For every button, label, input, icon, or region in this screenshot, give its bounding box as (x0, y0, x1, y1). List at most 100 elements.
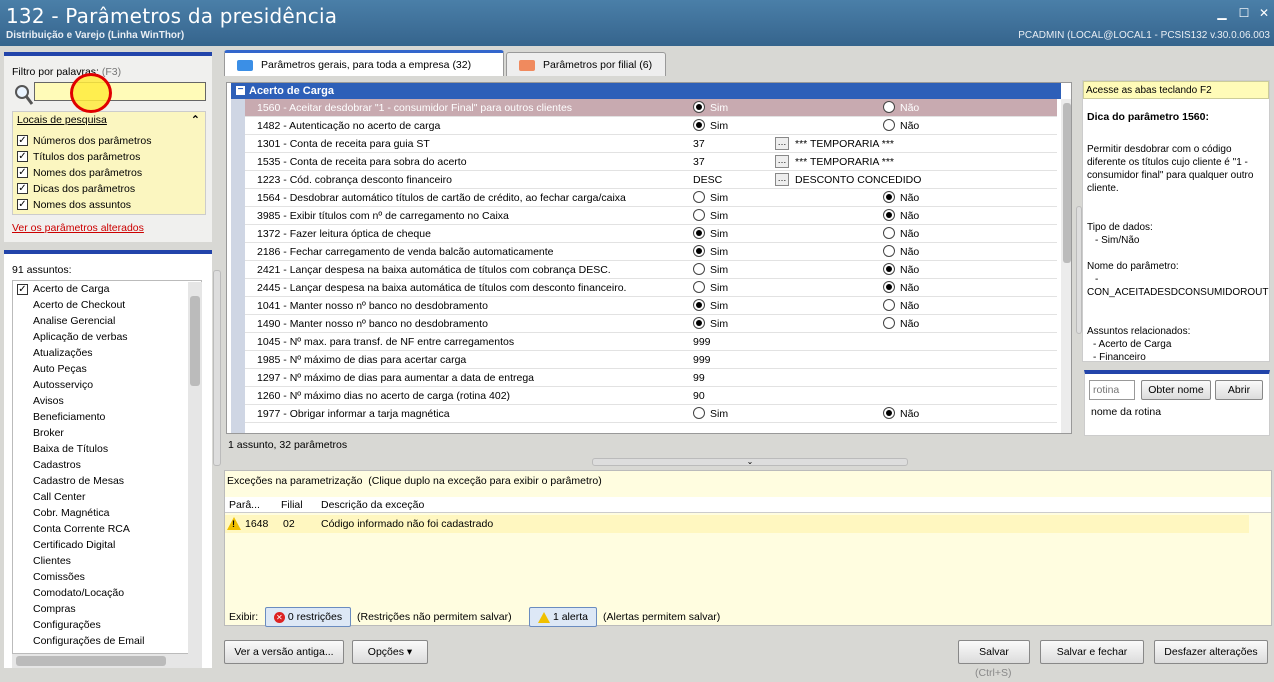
radio-yes[interactable] (693, 227, 705, 239)
radio-no[interactable] (883, 281, 895, 293)
list-item[interactable]: Autosserviço (33, 377, 93, 393)
list-item[interactable]: Cadastros (33, 457, 81, 473)
column-header[interactable]: Parâ... (229, 499, 260, 511)
radio-no[interactable] (883, 227, 895, 239)
close-icon[interactable]: ✕ (1256, 6, 1272, 20)
list-item[interactable]: Cadastro de Mesas (33, 473, 124, 489)
radio-yes[interactable] (693, 317, 705, 329)
list-item[interactable]: Conta Corrente RCA (33, 521, 130, 537)
lookup-button[interactable]: … (775, 137, 789, 150)
list-item[interactable]: Broker (33, 425, 64, 441)
table-row[interactable]: 1301 - Conta de receita para guia ST 37 … *… (245, 135, 1057, 153)
table-row[interactable]: 1482 - Autenticação no acerto de carga Si… (245, 117, 1057, 135)
table-row[interactable]: 2445 - Lançar despesa na baixa automátic… (245, 279, 1057, 297)
checkbox-dicas[interactable]: ✓ (17, 183, 28, 194)
param-value[interactable]: 90 (693, 390, 705, 402)
radio-no[interactable] (883, 263, 895, 275)
table-row[interactable]: 1648 02 Código informado não foi cadastr… (225, 515, 1249, 533)
collapse-group-icon[interactable]: − (236, 85, 245, 95)
get-name-button[interactable]: Obter nome (1141, 380, 1211, 400)
list-item[interactable]: Certificado Digital (33, 537, 115, 553)
undo-button[interactable]: Desfazer alterações (1154, 640, 1268, 664)
radio-no[interactable] (883, 407, 895, 419)
table-row[interactable]: 2186 - Fechar carregamento de venda balc… (245, 243, 1057, 261)
group-header[interactable]: − Acerto de Carga (231, 83, 1061, 99)
list-item[interactable]: Comodato/Locação (33, 585, 124, 601)
table-row[interactable]: 1372 - Fazer leitura óptica de cheque Sim… (245, 225, 1057, 243)
list-item[interactable]: Configurações de Email (33, 633, 144, 649)
radio-yes[interactable] (693, 263, 705, 275)
list-item[interactable]: Avisos (33, 393, 64, 409)
list-item[interactable]: Atualizações (33, 345, 93, 361)
subjects-list[interactable]: ✓ Acerto de Carga Acerto de Checkout Ana… (12, 280, 202, 654)
radio-yes[interactable] (693, 407, 705, 419)
tab-general[interactable]: Parâmetros gerais, para toda a empresa (… (224, 50, 504, 76)
param-value[interactable]: 37 (693, 156, 705, 168)
list-item[interactable]: Analise Gerencial (33, 313, 115, 329)
vertical-splitter[interactable] (213, 270, 221, 466)
help-related-item[interactable]: - Acerto de Carga (1093, 338, 1274, 351)
help-splitter[interactable] (1076, 206, 1082, 334)
old-version-button[interactable]: Ver a versão antiga... (224, 640, 344, 664)
radio-no[interactable] (883, 119, 895, 131)
radio-no[interactable] (883, 191, 895, 203)
filter-input[interactable] (34, 82, 206, 101)
table-row[interactable]: 1535 - Conta de receita para sobra do ac… (245, 153, 1057, 171)
table-row[interactable]: 1564 - Desdobrar automático títulos de c… (245, 189, 1057, 207)
radio-yes[interactable] (693, 209, 705, 221)
help-related-item[interactable]: - Financeiro (1093, 351, 1274, 364)
list-item[interactable]: Aplicação de verbas (33, 329, 128, 345)
checkbox-titulos[interactable]: ✓ (17, 151, 28, 162)
list-item[interactable]: Baixa de Títulos (33, 441, 108, 457)
table-row[interactable]: 1045 - Nº max. para transf. de NF entre … (245, 333, 1057, 351)
column-header[interactable]: Descrição da exceção (321, 499, 424, 511)
list-item[interactable]: Auto Peças (33, 361, 87, 377)
checkbox-nomes[interactable]: ✓ (17, 167, 28, 178)
radio-no[interactable] (883, 299, 895, 311)
subjects-scrollbar[interactable] (188, 282, 202, 654)
table-row[interactable]: 1560 - Aceitar desdobrar "1 - consumidor… (245, 99, 1057, 117)
tab-filial[interactable]: Parâmetros por filial (6) (506, 52, 666, 76)
table-row[interactable]: 1223 - Cód. cobrança desconto financeiro… (245, 171, 1057, 189)
subjects-hscrollbar[interactable] (12, 654, 202, 668)
list-item[interactable]: Beneficiamento (33, 409, 105, 425)
save-button[interactable]: Salvar (958, 640, 1030, 664)
table-row[interactable]: 1297 - Nº máximo de dias para aumentar a… (245, 369, 1057, 387)
list-item[interactable]: Compras (33, 601, 76, 617)
param-value[interactable]: 999 (693, 336, 711, 348)
options-button[interactable]: Opções ▾ (352, 640, 428, 664)
param-value[interactable]: DESC (693, 174, 722, 186)
alerts-button[interactable]: 1 alerta (529, 607, 597, 627)
param-value[interactable]: 999 (693, 354, 711, 366)
radio-yes[interactable] (693, 299, 705, 311)
table-row[interactable]: 1490 - Manter nosso nº banco no desdobra… (245, 315, 1057, 333)
table-row[interactable]: 1041 - Manter nosso nº banco no desdobra… (245, 297, 1057, 315)
altered-params-link[interactable]: Ver os parâmetros alterados (12, 222, 144, 234)
radio-yes[interactable] (693, 191, 705, 203)
maximize-icon[interactable]: ☐ (1236, 6, 1252, 20)
table-row[interactable]: 2421 - Lançar despesa na baixa automátic… (245, 261, 1057, 279)
save-close-button[interactable]: Salvar e fechar (1040, 640, 1144, 664)
table-row[interactable]: 1260 - Nº máximo dias no acerto de carga… (245, 387, 1057, 405)
checkbox-numeros[interactable]: ✓ (17, 135, 28, 146)
radio-yes[interactable] (693, 281, 705, 293)
radio-no[interactable] (883, 101, 895, 113)
radio-no[interactable] (883, 209, 895, 221)
checkbox-assuntos[interactable]: ✓ (17, 199, 28, 210)
lookup-button[interactable]: … (775, 173, 789, 186)
grid-scroll-thumb[interactable] (1063, 103, 1071, 263)
parameters-grid[interactable]: − Acerto de Carga 1560 - Aceitar desdobra… (226, 82, 1072, 434)
radio-yes[interactable] (693, 101, 705, 113)
list-item[interactable]: Call Center (33, 489, 86, 505)
list-item[interactable]: Acerto de Carga (33, 281, 109, 297)
lookup-button[interactable]: … (775, 155, 789, 168)
radio-yes[interactable] (693, 245, 705, 257)
table-row[interactable]: 1985 - Nº máximo de dias para acertar ca… (245, 351, 1057, 369)
list-item[interactable]: Comissões (33, 569, 85, 585)
column-header[interactable]: Filial (281, 499, 303, 511)
list-item[interactable]: Configurações (33, 617, 101, 633)
radio-yes[interactable] (693, 119, 705, 131)
subject-checkbox[interactable]: ✓ (17, 284, 28, 295)
radio-no[interactable] (883, 245, 895, 257)
collapse-icon[interactable]: ⌃ (191, 114, 200, 126)
